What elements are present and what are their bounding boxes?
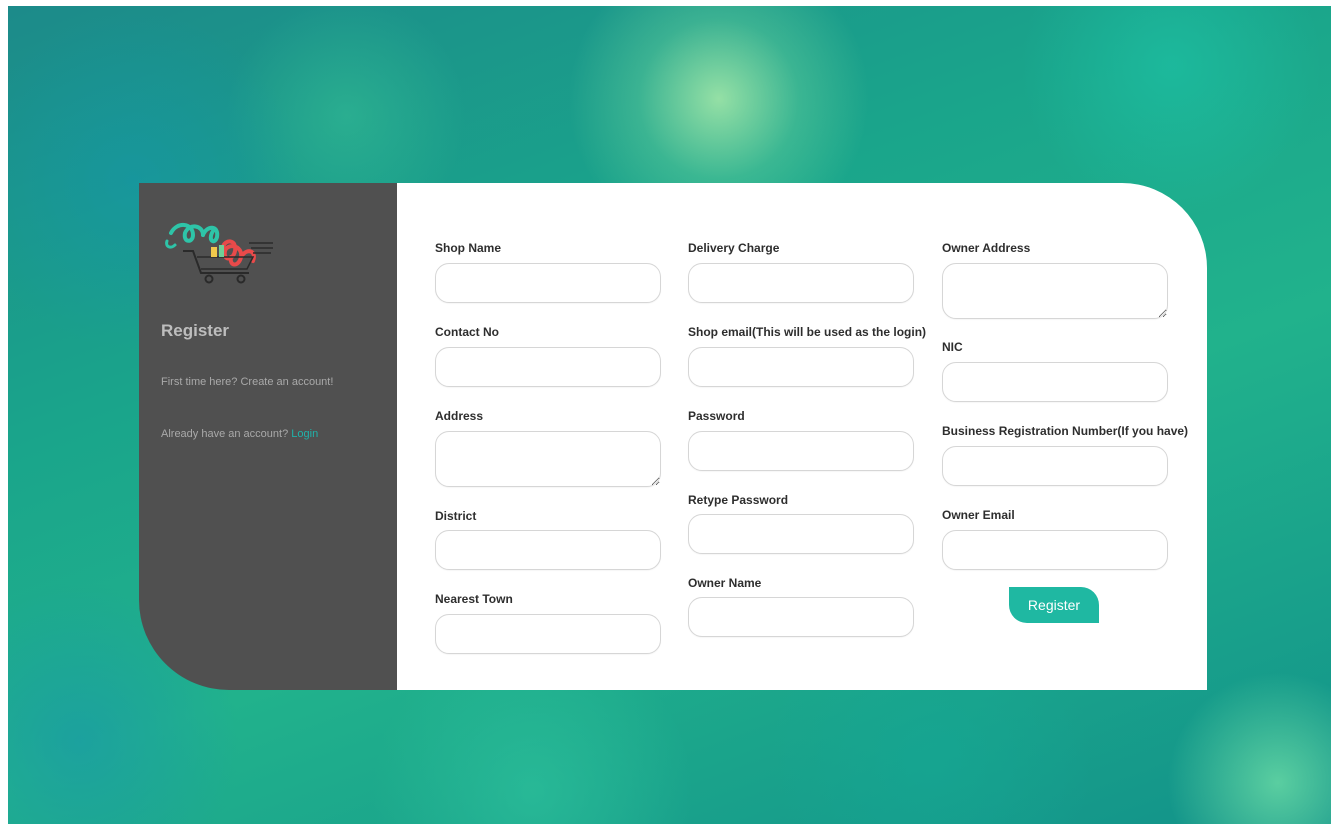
owner-address-textarea[interactable] bbox=[942, 263, 1168, 319]
owner-name-label: Owner Name bbox=[688, 576, 762, 590]
district-input[interactable] bbox=[435, 530, 661, 570]
top-border bbox=[0, 0, 1331, 6]
password-label: Password bbox=[688, 409, 745, 423]
already-account-text: Already have an account? bbox=[161, 428, 289, 440]
business-reg-label: Business Registration Number(If you have… bbox=[942, 424, 1189, 438]
sidebar-title: Register bbox=[161, 321, 230, 340]
sidebar-panel: Register First time here? Create an acco… bbox=[139, 183, 397, 690]
owner-email-input[interactable] bbox=[942, 530, 1168, 570]
left-border bbox=[0, 0, 8, 824]
shop-email-input[interactable] bbox=[688, 347, 914, 387]
retype-password-label: Retype Password bbox=[688, 493, 789, 507]
create-account-text: First time here? Create an account! bbox=[161, 376, 334, 388]
login-prompt: Already have an account? Login bbox=[161, 428, 318, 440]
delivery-charge-label: Delivery Charge bbox=[688, 241, 780, 255]
shop-name-input[interactable] bbox=[435, 263, 661, 303]
register-button[interactable]: Register bbox=[1009, 587, 1099, 623]
password-input[interactable] bbox=[688, 431, 914, 471]
address-textarea[interactable] bbox=[435, 431, 661, 487]
shop-email-label: Shop email(This will be used as the logi… bbox=[688, 325, 927, 339]
owner-name-input[interactable] bbox=[688, 597, 914, 637]
contact-no-label: Contact No bbox=[435, 325, 499, 339]
owner-email-label: Owner Email bbox=[942, 508, 1015, 522]
shop-name-label: Shop Name bbox=[435, 241, 502, 255]
business-reg-input[interactable] bbox=[942, 446, 1168, 486]
login-link[interactable]: Login bbox=[291, 428, 318, 440]
nearest-town-label: Nearest Town bbox=[435, 592, 513, 606]
delivery-charge-input[interactable] bbox=[688, 263, 914, 303]
shop-cart-logo-icon bbox=[165, 223, 273, 284]
address-label: Address bbox=[435, 409, 484, 423]
owner-address-label: Owner Address bbox=[942, 241, 1031, 255]
contact-no-input[interactable] bbox=[435, 347, 661, 387]
retype-password-input[interactable] bbox=[688, 514, 914, 554]
district-label: District bbox=[435, 509, 477, 523]
nearest-town-input[interactable] bbox=[435, 614, 661, 654]
register-card: Register First time here? Create an acco… bbox=[139, 183, 1207, 690]
nic-label: NIC bbox=[942, 340, 963, 354]
nic-input[interactable] bbox=[942, 362, 1168, 402]
form-panel: Shop Name Contact No Address District Ne… bbox=[397, 183, 1207, 690]
